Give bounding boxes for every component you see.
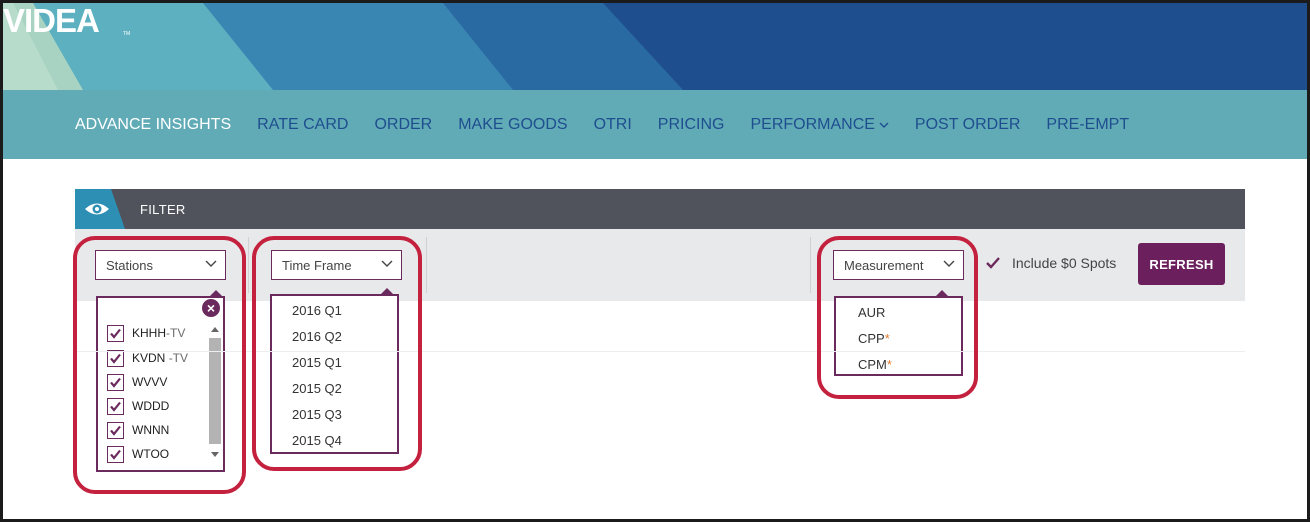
nav-label: RATE CARD <box>257 115 349 133</box>
refresh-button[interactable]: REFRESH <box>1138 243 1225 285</box>
videa-logo: VIDEA TM <box>3 3 130 39</box>
nav-label: PERFORMANCE <box>750 115 875 133</box>
highlight-ring-measurement <box>817 236 978 399</box>
include-zero-spots-checkbox[interactable] <box>984 254 1002 272</box>
nav-label: POST ORDER <box>914 115 1021 133</box>
divider <box>248 237 249 293</box>
divider <box>810 237 811 293</box>
main-nav: ADVANCE INSIGHTS RATE CARD ORDER MAKE GO… <box>3 90 1307 159</box>
logo-text: VIDEA <box>3 3 99 39</box>
check-icon <box>986 257 1000 269</box>
nav-label: ADVANCE INSIGHTS <box>75 115 232 133</box>
divider <box>426 237 427 293</box>
nav-item-make-goods[interactable]: MAKE GOODS <box>458 116 567 134</box>
logo-trademark: TM <box>123 31 130 37</box>
nav-item-performance[interactable]: PERFORMANCE <box>750 115 889 134</box>
nav-label: PRICING <box>657 115 725 133</box>
nav-item-pre-empt[interactable]: PRE-EMPT <box>1046 116 1129 134</box>
banner-background <box>3 3 1307 90</box>
app-window: VIDEA TM ADVANCE INSIGHTS RATE CARD ORDE… <box>0 0 1310 522</box>
highlight-ring-time-frame <box>252 236 422 471</box>
nav-label: OTRI <box>593 115 632 133</box>
filter-title: FILTER <box>140 202 186 217</box>
nav-item-rate-card[interactable]: RATE CARD <box>257 116 348 134</box>
nav-item-pricing[interactable]: PRICING <box>658 116 725 134</box>
filter-header[interactable]: FILTER <box>75 189 1245 229</box>
nav-label: PRE-EMPT <box>1046 115 1130 133</box>
chevron-down-icon <box>879 122 889 128</box>
nav-label: ORDER <box>374 115 433 133</box>
include-zero-spots[interactable]: Include $0 Spots <box>984 254 1116 272</box>
filter-toggle-tab[interactable] <box>75 189 131 229</box>
nav-item-otri[interactable]: OTRI <box>594 116 632 134</box>
nav-item-post-order[interactable]: POST ORDER <box>915 116 1021 134</box>
nav-label: MAKE GOODS <box>458 115 568 133</box>
include-zero-spots-label: Include $0 Spots <box>1012 255 1117 271</box>
nav-item-advance-insights[interactable]: ADVANCE INSIGHTS <box>75 116 231 134</box>
nav-item-order[interactable]: ORDER <box>374 116 432 134</box>
header-banner: VIDEA TM <box>3 3 1307 90</box>
content-divider <box>75 351 1245 352</box>
highlight-ring-stations <box>73 236 246 494</box>
